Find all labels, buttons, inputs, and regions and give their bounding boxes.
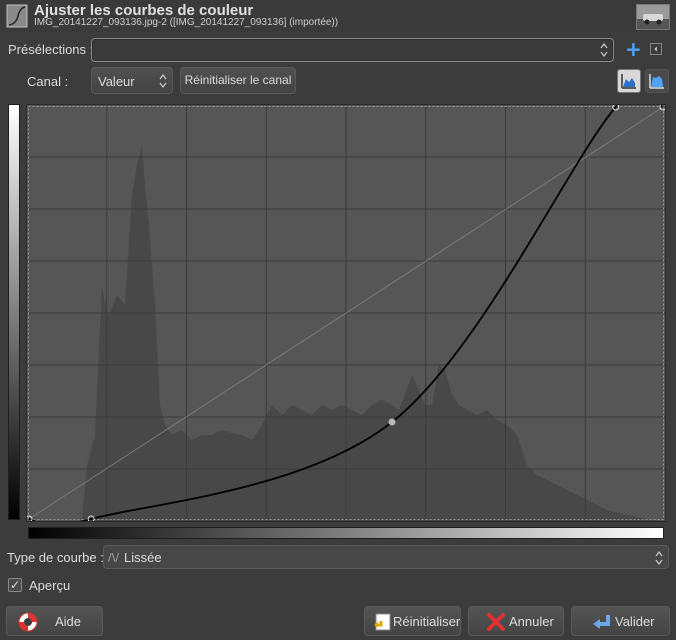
spin-arrows-icon: [600, 43, 608, 57]
linear-histogram-button[interactable]: [617, 69, 641, 93]
preview-checkbox[interactable]: ✓: [8, 578, 22, 592]
curves-tool-icon: [6, 4, 28, 28]
menu-icon[interactable]: [650, 43, 662, 55]
presets-combo[interactable]: [91, 38, 614, 62]
log-histogram-icon: [649, 74, 664, 89]
curve-type-label: Type de courbe :: [7, 550, 104, 565]
reset-icon: [374, 613, 391, 631]
image-thumbnail: [636, 4, 670, 30]
enter-icon: [593, 615, 610, 629]
dialog-subtitle: IMG_20141227_093136.jpg-2 ([IMG_20141227…: [34, 17, 339, 28]
spin-arrows-icon: [159, 74, 167, 88]
curve-type-value: Lissée: [124, 550, 162, 565]
curve-type-select[interactable]: /\/ Lissée: [103, 545, 669, 569]
spin-arrows-icon: [655, 551, 663, 565]
reset-label: Réinitialiser: [393, 614, 461, 629]
ok-label: Valider: [615, 614, 655, 629]
channel-label: Canal :: [27, 74, 69, 89]
log-histogram-button[interactable]: [645, 69, 669, 93]
channel-select[interactable]: Valeur: [91, 67, 173, 94]
linear-histogram-icon: [621, 74, 636, 89]
reset-channel-button[interactable]: Réinitialiser le canal: [180, 67, 296, 94]
channel-value: Valeur: [98, 74, 135, 89]
help-label: Aide: [55, 614, 82, 629]
cancel-icon: [487, 613, 505, 631]
curve-control-point[interactable]: [388, 418, 396, 426]
cancel-label: Annuler: [509, 614, 554, 629]
ok-button[interactable]: Valider: [571, 606, 670, 636]
curve-editor[interactable]: [25, 82, 667, 528]
cancel-button[interactable]: Annuler: [468, 606, 564, 636]
help-button[interactable]: Aide: [6, 606, 103, 636]
plus-icon[interactable]: +: [625, 39, 642, 60]
smooth-curve-icon: /\/: [108, 551, 120, 564]
output-gradient-bar: [8, 104, 20, 520]
preview-label: Aperçu: [29, 578, 71, 593]
presets-label: Présélections :: [8, 42, 94, 57]
lifebuoy-icon: [18, 612, 38, 632]
input-gradient-bar: [28, 527, 664, 539]
reset-button[interactable]: Réinitialiser: [364, 606, 461, 636]
curve-canvas[interactable]: [25, 82, 667, 528]
